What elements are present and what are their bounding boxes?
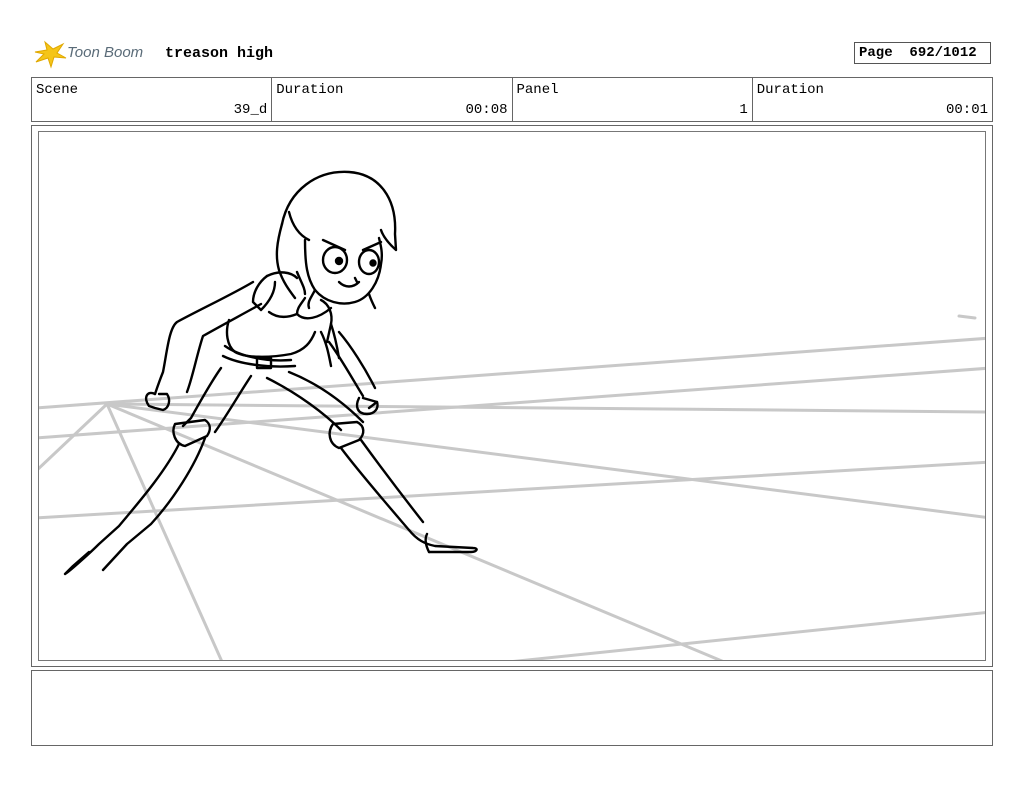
panel-cell: Panel 1 bbox=[513, 78, 753, 121]
scene-duration-cell: Duration 00:08 bbox=[272, 78, 513, 121]
panel-value: 1 bbox=[739, 102, 748, 118]
project-title: treason high bbox=[165, 45, 274, 62]
toon-boom-star-icon bbox=[34, 40, 67, 69]
panel-duration-label: Duration bbox=[756, 82, 824, 98]
toon-boom-logo: Toon Boom bbox=[33, 38, 157, 70]
page-number: 692/1012 bbox=[909, 45, 977, 61]
panel-duration-cell: Duration 00:01 bbox=[753, 78, 992, 121]
storyboard-panel-frame bbox=[31, 125, 993, 667]
panel-label: Panel bbox=[516, 82, 559, 98]
storyboard-sketch bbox=[39, 170, 985, 660]
scene-label: Scene bbox=[36, 82, 79, 98]
panel-duration-value: 00:01 bbox=[945, 102, 988, 118]
logo-text: Toon Boom bbox=[67, 44, 144, 61]
storyboard-panel-image bbox=[38, 131, 986, 661]
scene-duration-value: 00:08 bbox=[465, 102, 508, 118]
scene-info-row: Scene 39_d Duration 00:08 Panel 1 Durati… bbox=[31, 77, 993, 122]
scene-cell: Scene 39_d bbox=[32, 78, 273, 121]
panel-notes-box bbox=[31, 670, 993, 746]
perspective-guides bbox=[39, 314, 985, 660]
scene-value: 39_d bbox=[233, 102, 268, 118]
page-label: Page bbox=[859, 45, 893, 61]
page-indicator: Page 692/1012 bbox=[854, 42, 991, 64]
scene-duration-label: Duration bbox=[276, 82, 344, 98]
